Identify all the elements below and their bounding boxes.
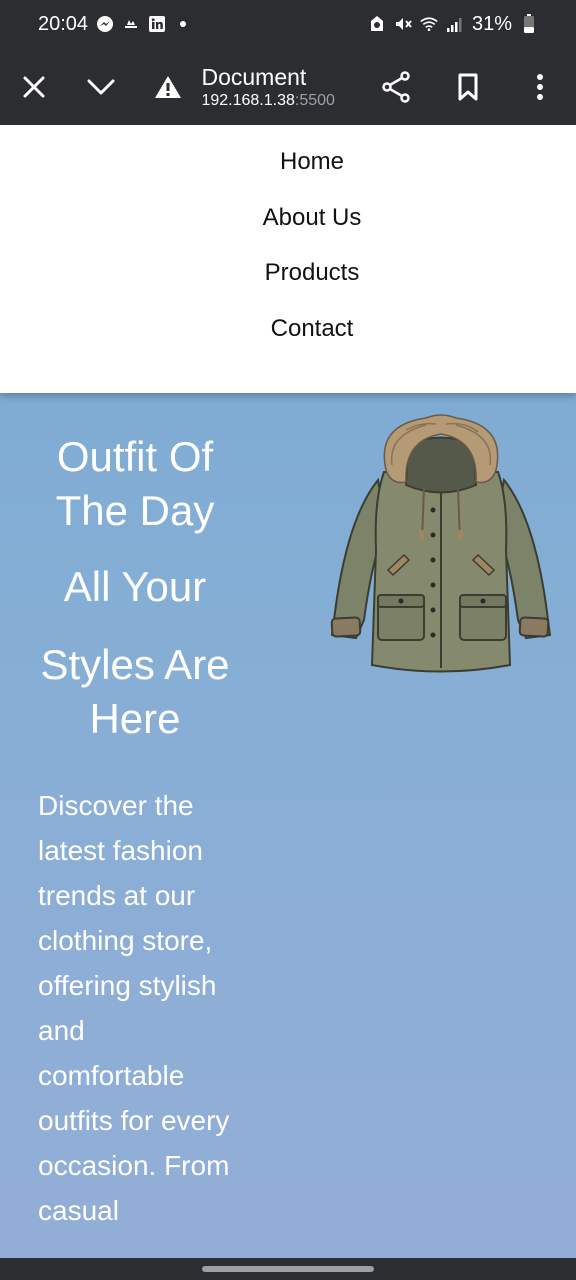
wifi-icon [420, 15, 438, 33]
menu-item-contact[interactable]: Contact [271, 314, 354, 370]
browser-toolbar: Document 192.168.1.38:5500 [0, 48, 576, 125]
menu-item-products[interactable]: Products [265, 258, 360, 314]
minimize-button[interactable] [67, 48, 134, 125]
linkedin-icon [148, 15, 166, 33]
hero-description: Discover the latest fashion trends at ou… [38, 790, 230, 1226]
share-icon [382, 70, 410, 103]
hero-title-outfit: Outfit Of The Day [55, 433, 215, 534]
close-icon [23, 76, 45, 97]
alarm-icon [368, 15, 386, 33]
menu-item-home[interactable]: Home [280, 147, 344, 203]
url-text: 192.168.1.38:5500 [201, 91, 360, 111]
mute-icon [394, 15, 412, 33]
status-time: 20:04 [38, 12, 89, 35]
bookmark-icon [458, 73, 478, 100]
page-title: Document [201, 63, 307, 90]
menu-item-about[interactable]: About Us [263, 203, 362, 259]
url-block[interactable]: Document 192.168.1.38:5500 [201, 63, 360, 111]
warning-icon [154, 75, 181, 98]
nav-menu: Home About Us Products Contact [0, 125, 576, 393]
site-info-button[interactable] [134, 48, 201, 125]
status-bar: 20:04 31% [0, 0, 576, 48]
web-page: Home About Us Products Contact Outfit Of… [0, 125, 576, 1258]
share-button[interactable] [360, 48, 432, 125]
close-tab-button[interactable] [0, 48, 67, 125]
more-vert-icon [537, 73, 544, 100]
url-port: :5500 [294, 91, 335, 109]
status-left: 20:04 [38, 13, 192, 36]
home-gesture-handle[interactable] [202, 1266, 374, 1272]
url-host: 192.168.1.38 [201, 91, 295, 109]
hero-title-all-your: All Your [63, 563, 207, 610]
status-right: 31% [368, 13, 538, 36]
dot-icon [174, 15, 192, 33]
messenger-icon [96, 15, 114, 33]
bookmark-button[interactable] [432, 48, 504, 125]
hero-title-styles: Styles Are Here [40, 641, 230, 742]
battery-percent: 31% [471, 12, 512, 35]
system-nav-bar [0, 1258, 576, 1280]
toolbar-actions [360, 48, 576, 125]
more-options-button[interactable] [504, 48, 576, 125]
signal-icon [446, 15, 464, 33]
jacket-image [330, 414, 552, 673]
battery-icon [520, 14, 538, 33]
cloud-icon [122, 15, 140, 33]
chevron-down-icon [87, 79, 115, 94]
